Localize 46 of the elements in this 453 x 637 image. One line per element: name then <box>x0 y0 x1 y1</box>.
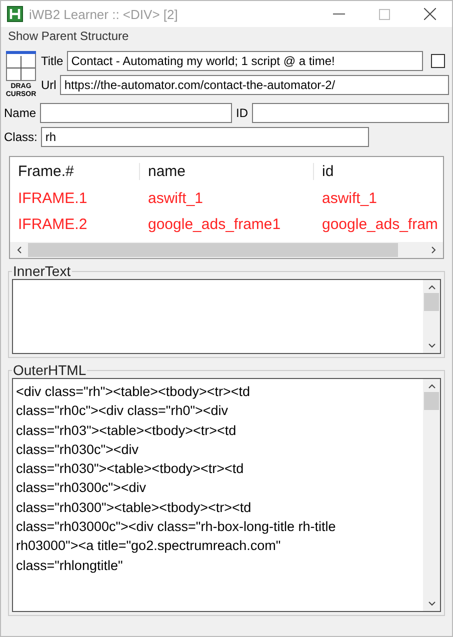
outer-html-area[interactable] <box>12 378 441 612</box>
column-header[interactable]: Frame.# <box>10 162 140 180</box>
vertical-scrollbar[interactable] <box>423 379 440 611</box>
column-header[interactable]: name <box>140 162 314 180</box>
html-line: class="rh03"><table><tbody><tr><td <box>16 422 238 440</box>
field-label: Title <box>41 54 64 68</box>
table-cell-text: google_ads_fram <box>321 216 439 232</box>
group-label: OuterHTML <box>12 362 88 378</box>
window-title: iWB2 Learner :: <DIV> [2] <box>29 6 178 22</box>
field-label: Url <box>41 78 56 92</box>
table-cell-text: IFRAME.2 <box>17 216 88 232</box>
html-line: class="rhlongtitle" <box>16 556 124 575</box>
checkbox[interactable] <box>431 54 445 68</box>
html-line: rh03000"><a title="go2.spectrumreach.com" <box>16 537 282 556</box>
id-field[interactable] <box>252 103 449 123</box>
scroll-thumb[interactable] <box>424 293 439 311</box>
html-line: class="rh0300"><table><tbody><tr><td <box>16 498 252 517</box>
minimize-icon[interactable] <box>333 13 345 15</box>
close-icon[interactable] <box>424 8 436 20</box>
table-cell-text: IFRAME.1 <box>17 190 88 206</box>
html-line: class="rh030"><table><tbody><tr><td <box>16 460 245 478</box>
scroll-thumb[interactable] <box>28 243 398 257</box>
table-cell-text: google_ads_frame1 <box>147 216 282 232</box>
app-logo-icon <box>7 6 23 22</box>
html-line: <div class="rh"><table><tbody><tr><td <box>16 383 251 401</box>
table-cell-text: aswift_1 <box>147 190 204 206</box>
vertical-scrollbar[interactable] <box>423 280 440 353</box>
table-cell-text: aswift_1 <box>321 190 378 206</box>
html-line: class="rh0c"><div class="rh0"><div <box>16 402 230 420</box>
html-line: class="rh03000c"><div class="rh-box-long-title rh-title <box>16 518 337 536</box>
class-field[interactable]: rh <box>41 127 370 147</box>
name-field[interactable] <box>40 103 232 123</box>
field-label: Class: <box>4 130 38 144</box>
scroll-thumb[interactable] <box>424 392 439 410</box>
title-field[interactable]: Contact - Automating my world; 1 script @ a time! <box>67 51 423 71</box>
url-field[interactable]: https://the-automator.com/contact-the-automator-2/ <box>60 75 449 95</box>
horizontal-scrollbar[interactable] <box>10 242 443 258</box>
inner-text-area[interactable] <box>12 279 441 354</box>
group-label: InnerText <box>12 263 72 279</box>
column-header[interactable]: id <box>314 162 443 180</box>
html-line: class="rh0300c"><div <box>16 479 148 498</box>
crosshair-icon[interactable] <box>6 51 36 81</box>
field-label: Name <box>4 106 36 120</box>
html-line: class="rh030c"><div <box>16 440 140 459</box>
field-label: ID <box>236 106 248 120</box>
menu-item[interactable]: Show Parent Structure <box>8 29 129 43</box>
